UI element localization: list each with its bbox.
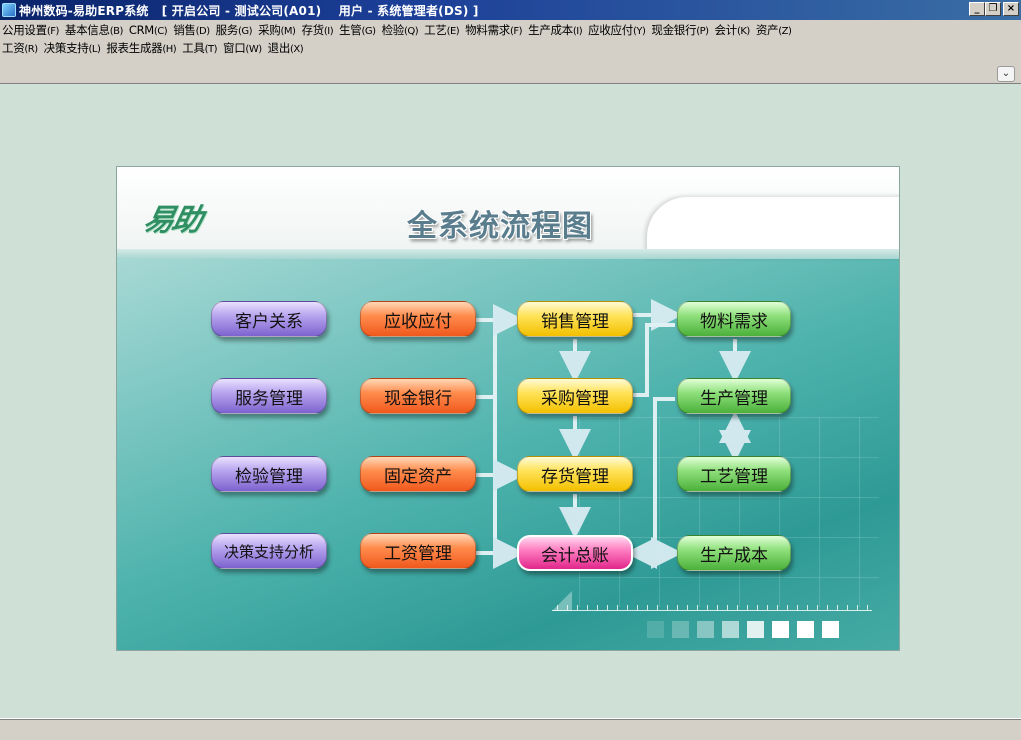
menu-item-row2-3[interactable]: 工具(T): [182, 40, 223, 56]
menu-item-row1-7[interactable]: 生管(G): [339, 22, 381, 38]
service-management-node[interactable]: 服务管理: [211, 378, 327, 414]
fixed-assets-node[interactable]: 固定资产: [360, 456, 476, 492]
process-management-node[interactable]: 工艺管理: [677, 456, 791, 492]
window-title: 神州数码-易助ERP系统 [ 开启公司 - 测试公司(A01) 用户 - 系统管…: [19, 3, 479, 18]
menu-item-label: 退出: [267, 41, 291, 55]
menu-item-row1-10[interactable]: 物料需求(F): [465, 22, 528, 38]
menu-item-label: 窗口: [223, 41, 246, 55]
production-cost-node[interactable]: 生产成本: [677, 535, 791, 571]
menu-item-accelerator: (K): [736, 26, 750, 37]
menu-item-label: 生产成本: [528, 23, 573, 37]
window-controls: _ ❐ ×: [969, 2, 1019, 16]
menu-item-row1-1[interactable]: 基本信息(B): [65, 22, 129, 38]
menu-item-row1-4[interactable]: 服务(G): [216, 22, 258, 38]
customer-relations-node[interactable]: 客户关系: [211, 301, 327, 337]
menu-item-row2-2[interactable]: 报表生成器(H): [106, 40, 182, 56]
menu-item-label: 工具: [182, 41, 205, 55]
minimize-button[interactable]: _: [969, 2, 985, 16]
chevron-down-icon[interactable]: ⌄: [997, 66, 1015, 82]
menu-item-label: 应收应付: [588, 23, 633, 37]
menu-item-label: 销售: [173, 23, 196, 37]
menu-item-label: 工资: [2, 41, 25, 55]
menu-item-accelerator: (E): [446, 26, 460, 37]
menu-item-row2-4[interactable]: 窗口(W): [223, 40, 268, 56]
menu-item-accelerator: (P): [696, 26, 709, 37]
menu-item-row2-0[interactable]: 工资(R): [2, 40, 44, 56]
menu-item-accelerator: (I): [572, 26, 583, 37]
menu-item-label: 采购: [258, 23, 281, 37]
menu-item-accelerator: (T): [204, 44, 218, 55]
menu-bar: 公用设置(F) 基本信息(B) CRM(C) 销售(D) 服务(G) 采购(M) 存货(I)…: [0, 20, 1021, 84]
menu-row-1: 公用设置(F) 基本信息(B) CRM(C) 销售(D) 服务(G) 采购(M) 存货(I)…: [2, 21, 797, 39]
menu-item-label: 资产: [755, 23, 779, 37]
menu-item-row1-0[interactable]: 公用设置(F): [2, 22, 65, 38]
menu-item-accelerator: (G): [238, 26, 253, 37]
production-management-node[interactable]: 生产管理: [677, 378, 791, 414]
purchase-management-node[interactable]: 采购管理: [517, 378, 633, 414]
menu-item-accelerator: (B): [109, 26, 124, 37]
menu-item-accelerator: (C): [153, 26, 168, 37]
menu-row-2: 工资(R) 决策支持(L) 报表生成器(H) 工具(T) 窗口(W) 退出(X): [2, 39, 309, 57]
menu-item-row1-9[interactable]: 工艺(E): [424, 22, 465, 38]
restore-button[interactable]: ❐: [985, 2, 1001, 16]
menu-item-accelerator: (F): [510, 26, 523, 37]
menu-item-accelerator: (W): [245, 44, 262, 55]
menu-item-accelerator: (D): [195, 26, 211, 37]
menu-item-row1-14[interactable]: 会计(K): [715, 22, 756, 38]
inventory-management-node[interactable]: 存货管理: [517, 456, 633, 492]
menu-item-label: 工艺: [424, 23, 447, 37]
menu-item-row1-6[interactable]: 存货(I): [301, 22, 339, 38]
menu-item-accelerator: (G): [361, 26, 377, 37]
menu-item-accelerator: (X): [290, 44, 304, 55]
inspection-management-node[interactable]: 检验管理: [211, 456, 327, 492]
menu-item-accelerator: (L): [88, 44, 101, 55]
menu-item-label: 公用设置: [2, 23, 47, 37]
menu-item-accelerator: (Y): [632, 26, 646, 37]
cash-bank-node[interactable]: 现金银行: [360, 378, 476, 414]
menu-item-accelerator: (F): [46, 26, 60, 37]
menu-item-row1-8[interactable]: 检验(Q): [382, 22, 425, 38]
menu-item-accelerator: (Z): [778, 26, 792, 37]
menu-item-row1-12[interactable]: 应收应付(Y): [588, 22, 651, 38]
menu-item-accelerator: (M): [280, 26, 296, 37]
menu-item-row1-11[interactable]: 生产成本(I): [528, 22, 588, 38]
close-button[interactable]: ×: [1003, 2, 1019, 16]
menu-item-label: 决策支持: [43, 41, 89, 55]
menu-item-row1-2[interactable]: CRM(C): [129, 23, 173, 37]
menu-item-row1-3[interactable]: 销售(D): [173, 22, 215, 38]
menu-item-label: 基本信息: [64, 23, 110, 37]
receivable-payable-node[interactable]: 应收应付: [360, 301, 476, 337]
flow-chart-panel: 易助 全系统流程图 客户关系 服务管理 检验管理 决策支持分析 应收应付 现金银…: [116, 166, 900, 651]
decision-support-node[interactable]: 决策支持分析: [211, 533, 327, 569]
menu-item-row2-5[interactable]: 退出(X): [268, 40, 310, 56]
menu-item-label: 服务: [215, 23, 239, 37]
status-bar: [0, 718, 1021, 740]
menu-item-accelerator: (R): [24, 44, 38, 55]
menu-item-row1-5[interactable]: 采购(M): [258, 22, 301, 38]
menu-item-label: 报表生成器: [106, 41, 163, 55]
title-bar: 神州数码-易助ERP系统 [ 开启公司 - 测试公司(A01) 用户 - 系统管…: [0, 0, 1021, 20]
menu-item-label: 生管: [339, 23, 362, 37]
menu-item-label: CRM: [128, 23, 154, 37]
menu-item-accelerator: (H): [162, 44, 177, 55]
menu-item-row1-15[interactable]: 资产(Z): [756, 22, 798, 38]
menu-item-label: 检验: [381, 23, 405, 37]
menu-item-row2-1[interactable]: 决策支持(L): [44, 40, 107, 56]
menu-item-accelerator: (Q): [403, 26, 419, 37]
app-icon: [2, 3, 16, 17]
material-requirements-node[interactable]: 物料需求: [677, 301, 791, 337]
sales-management-node[interactable]: 销售管理: [517, 301, 633, 337]
menu-item-label: 会计: [714, 23, 738, 37]
menu-item-row1-13[interactable]: 现金银行(P): [651, 22, 714, 38]
payroll-management-node[interactable]: 工资管理: [360, 533, 476, 569]
menu-item-accelerator: (I): [323, 26, 334, 37]
menu-item-label: 现金银行: [651, 23, 697, 37]
menu-item-label: 存货: [301, 23, 324, 37]
general-ledger-node[interactable]: 会计总账: [517, 535, 633, 571]
menu-item-label: 物料需求: [465, 23, 511, 37]
